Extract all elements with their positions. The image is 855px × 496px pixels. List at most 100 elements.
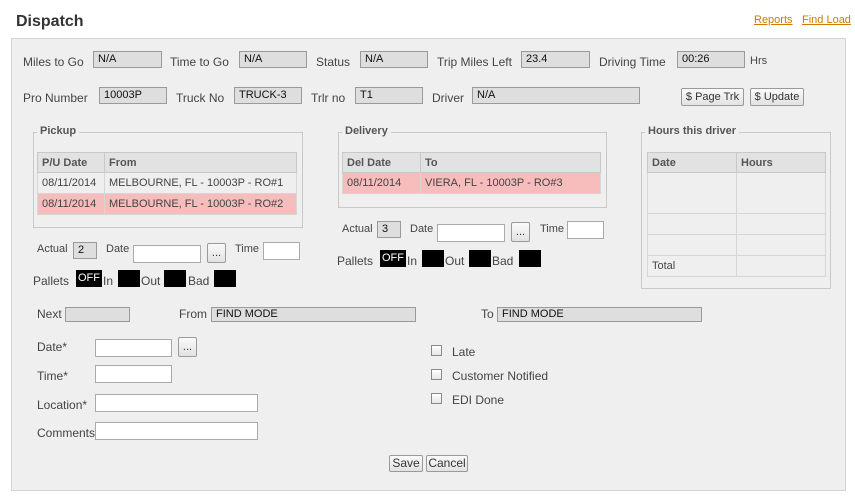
next-label: Next bbox=[37, 307, 62, 321]
delivery-time-label: Time bbox=[540, 223, 565, 235]
comments-label: Comments bbox=[37, 426, 96, 440]
delivery-col-to: To bbox=[420, 152, 601, 173]
delivery-time-input[interactable] bbox=[567, 221, 604, 239]
customer-notified-checkbox[interactable] bbox=[431, 369, 442, 380]
trlr-no-label: Trlr no bbox=[311, 91, 346, 105]
pickup-row-date: 08/11/2014 bbox=[37, 172, 105, 194]
hours-total-label: Total bbox=[647, 255, 737, 277]
pickup-pallets-label: Pallets bbox=[33, 274, 70, 288]
cancel-button[interactable]: Cancel bbox=[426, 455, 468, 472]
pickup-bad-label: Bad bbox=[188, 274, 210, 288]
pickup-pallets-out-input[interactable] bbox=[164, 270, 186, 287]
truck-no-field: TRUCK-3 bbox=[234, 87, 302, 104]
next-date-label: Date* bbox=[37, 340, 68, 354]
pickup-time-label: Time bbox=[235, 243, 260, 255]
location-label: Location* bbox=[37, 398, 88, 412]
find-load-link[interactable]: Find Load bbox=[802, 14, 851, 26]
from-field: FIND MODE bbox=[211, 307, 416, 322]
to-field: FIND MODE bbox=[497, 307, 702, 322]
hours-total-row: Total bbox=[647, 255, 826, 277]
pickup-pallets-toggle[interactable]: OFF bbox=[76, 270, 102, 287]
delivery-in-label: In bbox=[407, 254, 418, 268]
driver-field: N/A bbox=[472, 87, 640, 104]
trip-miles-left-field: 23.4 bbox=[521, 51, 590, 68]
delivery-row-to: VIERA, FL - 10003P - RO#3 bbox=[420, 172, 601, 194]
delivery-legend: Delivery bbox=[342, 125, 391, 137]
pickup-col-date: P/U Date bbox=[37, 152, 105, 173]
hours-row bbox=[647, 234, 826, 256]
hours-col-hours: Hours bbox=[736, 152, 826, 173]
pickup-row[interactable]: 08/11/2014 MELBOURNE, FL - 10003P - RO#1 bbox=[37, 172, 297, 194]
pickup-col-from: From bbox=[104, 152, 297, 173]
delivery-actual-field: 3 bbox=[377, 221, 401, 238]
update-button[interactable]: $ Update bbox=[750, 88, 804, 106]
delivery-col-date: Del Date bbox=[342, 152, 421, 173]
delivery-bad-label: Bad bbox=[492, 254, 514, 268]
next-date-picker-button[interactable]: ... bbox=[178, 337, 197, 357]
delivery-out-label: Out bbox=[445, 254, 465, 268]
delivery-date-label: Date bbox=[410, 223, 434, 235]
edi-done-checkbox[interactable] bbox=[431, 393, 442, 404]
delivery-pallets-bad-input[interactable] bbox=[519, 250, 541, 267]
pro-number-label: Pro Number bbox=[23, 91, 88, 105]
pickup-out-label: Out bbox=[141, 274, 161, 288]
pickup-actual-label: Actual bbox=[37, 243, 68, 255]
delivery-pallets-label: Pallets bbox=[337, 254, 374, 268]
pickup-date-label: Date bbox=[106, 243, 130, 255]
late-checkbox[interactable] bbox=[431, 345, 442, 356]
delivery-table: Del Date To 08/11/2014 VIERA, FL - 10003… bbox=[342, 152, 601, 194]
driving-time-unit: Hrs bbox=[750, 55, 768, 67]
pickup-row-from: MELBOURNE, FL - 10003P - RO#1 bbox=[104, 172, 297, 194]
next-time-input[interactable] bbox=[95, 365, 172, 383]
hours-row bbox=[647, 172, 826, 214]
miles-to-go-label: Miles to Go bbox=[23, 55, 84, 69]
driver-label: Driver bbox=[432, 91, 464, 105]
delivery-actual-label: Actual bbox=[342, 223, 373, 235]
customer-notified-label: Customer Notified bbox=[452, 369, 549, 383]
pickup-table: P/U Date From 08/11/2014 MELBOURNE, FL -… bbox=[37, 152, 297, 215]
driving-time-field: 00:26 bbox=[677, 51, 745, 68]
trlr-no-field: T1 bbox=[355, 87, 423, 104]
hours-legend: Hours this driver bbox=[645, 125, 740, 137]
hours-table: Date Hours Total bbox=[647, 152, 826, 277]
comments-input[interactable] bbox=[95, 422, 258, 440]
status-field: N/A bbox=[360, 51, 428, 68]
reports-link[interactable]: Reports bbox=[754, 14, 793, 26]
trip-miles-left-label: Trip Miles Left bbox=[437, 55, 512, 69]
truck-no-label: Truck No bbox=[176, 91, 225, 105]
pickup-date-input[interactable] bbox=[133, 245, 201, 263]
hours-col-date: Date bbox=[647, 152, 737, 173]
next-date-input[interactable] bbox=[95, 339, 172, 357]
delivery-pallets-in-input[interactable] bbox=[422, 250, 444, 267]
delivery-date-picker-button[interactable]: ... bbox=[511, 222, 530, 242]
time-to-go-label: Time to Go bbox=[170, 55, 229, 69]
miles-to-go-field: N/A bbox=[93, 51, 162, 68]
pickup-row[interactable]: 08/11/2014 MELBOURNE, FL - 10003P - RO#2 bbox=[37, 193, 297, 215]
pickup-legend: Pickup bbox=[37, 125, 80, 137]
save-button[interactable]: Save bbox=[389, 455, 423, 472]
delivery-date-input[interactable] bbox=[437, 224, 505, 242]
pickup-in-label: In bbox=[103, 274, 114, 288]
page-truck-button[interactable]: $ Page Trk bbox=[681, 88, 744, 106]
page-title: Dispatch bbox=[16, 13, 84, 30]
delivery-pallets-toggle[interactable]: OFF bbox=[380, 250, 406, 267]
driving-time-label: Driving Time bbox=[599, 55, 666, 69]
pickup-row-from: MELBOURNE, FL - 10003P - RO#2 bbox=[104, 193, 297, 215]
next-time-label: Time* bbox=[37, 369, 68, 383]
to-label: To bbox=[481, 307, 494, 321]
status-label: Status bbox=[316, 55, 351, 69]
pickup-date-picker-button[interactable]: ... bbox=[207, 243, 226, 263]
edi-done-label: EDI Done bbox=[452, 393, 505, 407]
time-to-go-field: N/A bbox=[239, 51, 307, 68]
delivery-row-date: 08/11/2014 bbox=[342, 172, 421, 194]
delivery-row[interactable]: 08/11/2014 VIERA, FL - 10003P - RO#3 bbox=[342, 172, 601, 194]
delivery-pallets-out-input[interactable] bbox=[469, 250, 491, 267]
late-label: Late bbox=[452, 345, 476, 359]
pickup-pallets-in-input[interactable] bbox=[118, 270, 140, 287]
from-label: From bbox=[179, 307, 207, 321]
hours-row bbox=[647, 213, 826, 235]
pickup-pallets-bad-input[interactable] bbox=[214, 270, 236, 287]
pro-number-field: 10003P bbox=[99, 87, 167, 104]
location-input[interactable] bbox=[95, 394, 258, 412]
pickup-time-input[interactable] bbox=[263, 242, 300, 260]
